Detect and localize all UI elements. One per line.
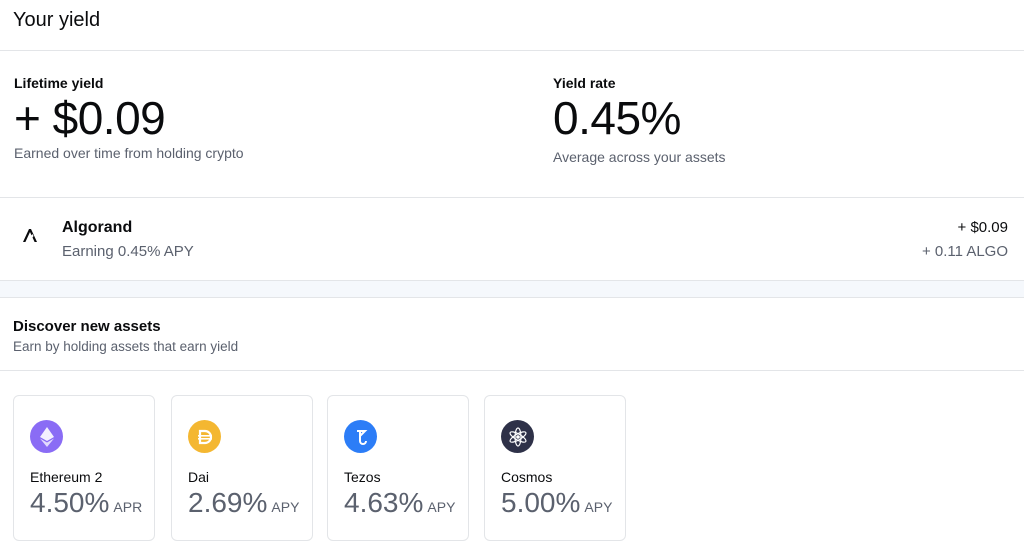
- page-title: Your yield: [13, 9, 101, 31]
- asset-card-name: Ethereum 2: [30, 469, 103, 485]
- asset-card-rate: 2.69% APY: [188, 487, 300, 518]
- discover-cards: Ethereum 2 4.50% APR Dai 2.69% APY Tezos 4…: [13, 395, 1013, 541]
- cosmos-icon: [501, 420, 534, 453]
- algorand-icon: [14, 219, 46, 251]
- holding-apy: Earning 0.45% APY: [62, 243, 194, 260]
- yield-summary: Lifetime yield + $0.09 Earned over time …: [0, 51, 1024, 198]
- yield-rate-value: 0.45%: [553, 92, 681, 144]
- asset-card-name: Dai: [188, 469, 210, 485]
- ethereum-icon: [30, 420, 63, 453]
- lifetime-yield-value: + $0.09: [14, 92, 166, 144]
- asset-card-cosmos[interactable]: Cosmos 5.00% APY: [484, 395, 626, 541]
- holding-name: Algorand: [62, 219, 133, 236]
- discover-desc: Earn by holding assets that earn yield: [13, 339, 239, 354]
- holding-amount-token: + 0.11 ALGO: [921, 243, 1008, 260]
- asset-card-rate: 4.63% APY: [344, 487, 456, 518]
- yield-rate-stat: Yield rate 0.45% Average across your ass…: [553, 75, 726, 165]
- lifetime-yield-stat: Lifetime yield + $0.09 Earned over time …: [14, 75, 244, 161]
- discover-title: Discover new assets: [13, 318, 161, 335]
- tezos-icon: [344, 420, 377, 453]
- asset-card-dai[interactable]: Dai 2.69% APY: [171, 395, 313, 541]
- yield-rate-label: Yield rate: [553, 75, 616, 91]
- asset-card-ethereum-2[interactable]: Ethereum 2 4.50% APR: [13, 395, 155, 541]
- holding-amount-usd: + $0.09: [957, 219, 1008, 236]
- asset-card-name: Cosmos: [501, 469, 553, 485]
- asset-card-name: Tezos: [344, 469, 381, 485]
- asset-card-rate: 5.00% APY: [501, 487, 613, 518]
- holding-row-algorand[interactable]: Algorand Earning 0.45% APY + $0.09 + 0.1…: [0, 198, 1024, 281]
- page-header: Your yield: [0, 0, 1024, 51]
- asset-card-tezos[interactable]: Tezos 4.63% APY: [327, 395, 469, 541]
- dai-icon: [188, 420, 221, 453]
- lifetime-yield-label: Lifetime yield: [14, 75, 104, 91]
- discover-header: Discover new assets Earn by holding asse…: [0, 298, 1024, 371]
- section-divider: [0, 281, 1024, 298]
- asset-card-rate: 4.50% APR: [30, 487, 143, 518]
- lifetime-yield-sub: Earned over time from holding crypto: [14, 145, 244, 161]
- yield-rate-sub: Average across your assets: [553, 149, 726, 165]
